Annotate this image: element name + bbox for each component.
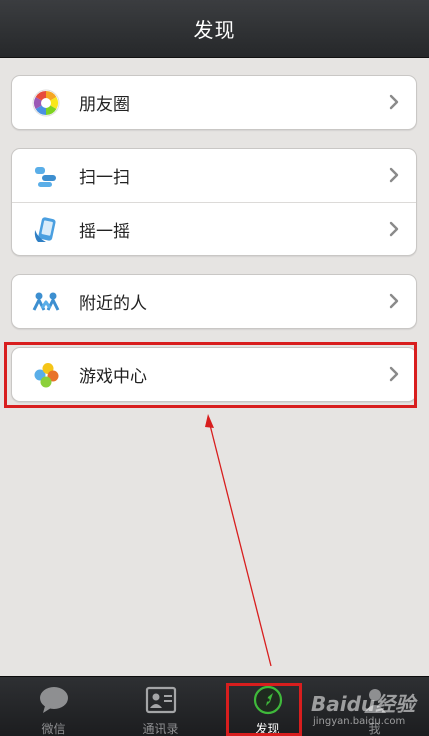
discover-tab-highlight-box (226, 683, 302, 736)
tab-label: 通讯录 (142, 722, 179, 736)
contacts-card-icon (145, 686, 176, 714)
annotation-arrow (205, 414, 272, 667)
watermark-url: jingyan.baidu.com (313, 716, 406, 727)
tab-contacts[interactable]: 通讯录 (107, 677, 214, 736)
tab-label: 微信 (41, 722, 66, 736)
chat-bubble-icon (39, 687, 68, 713)
baidu-watermark: Baidu经验 jingyan.baidu.com (307, 688, 427, 734)
watermark-brand: Baidu经验 (311, 692, 416, 716)
tab-chats[interactable]: 微信 (0, 677, 107, 736)
